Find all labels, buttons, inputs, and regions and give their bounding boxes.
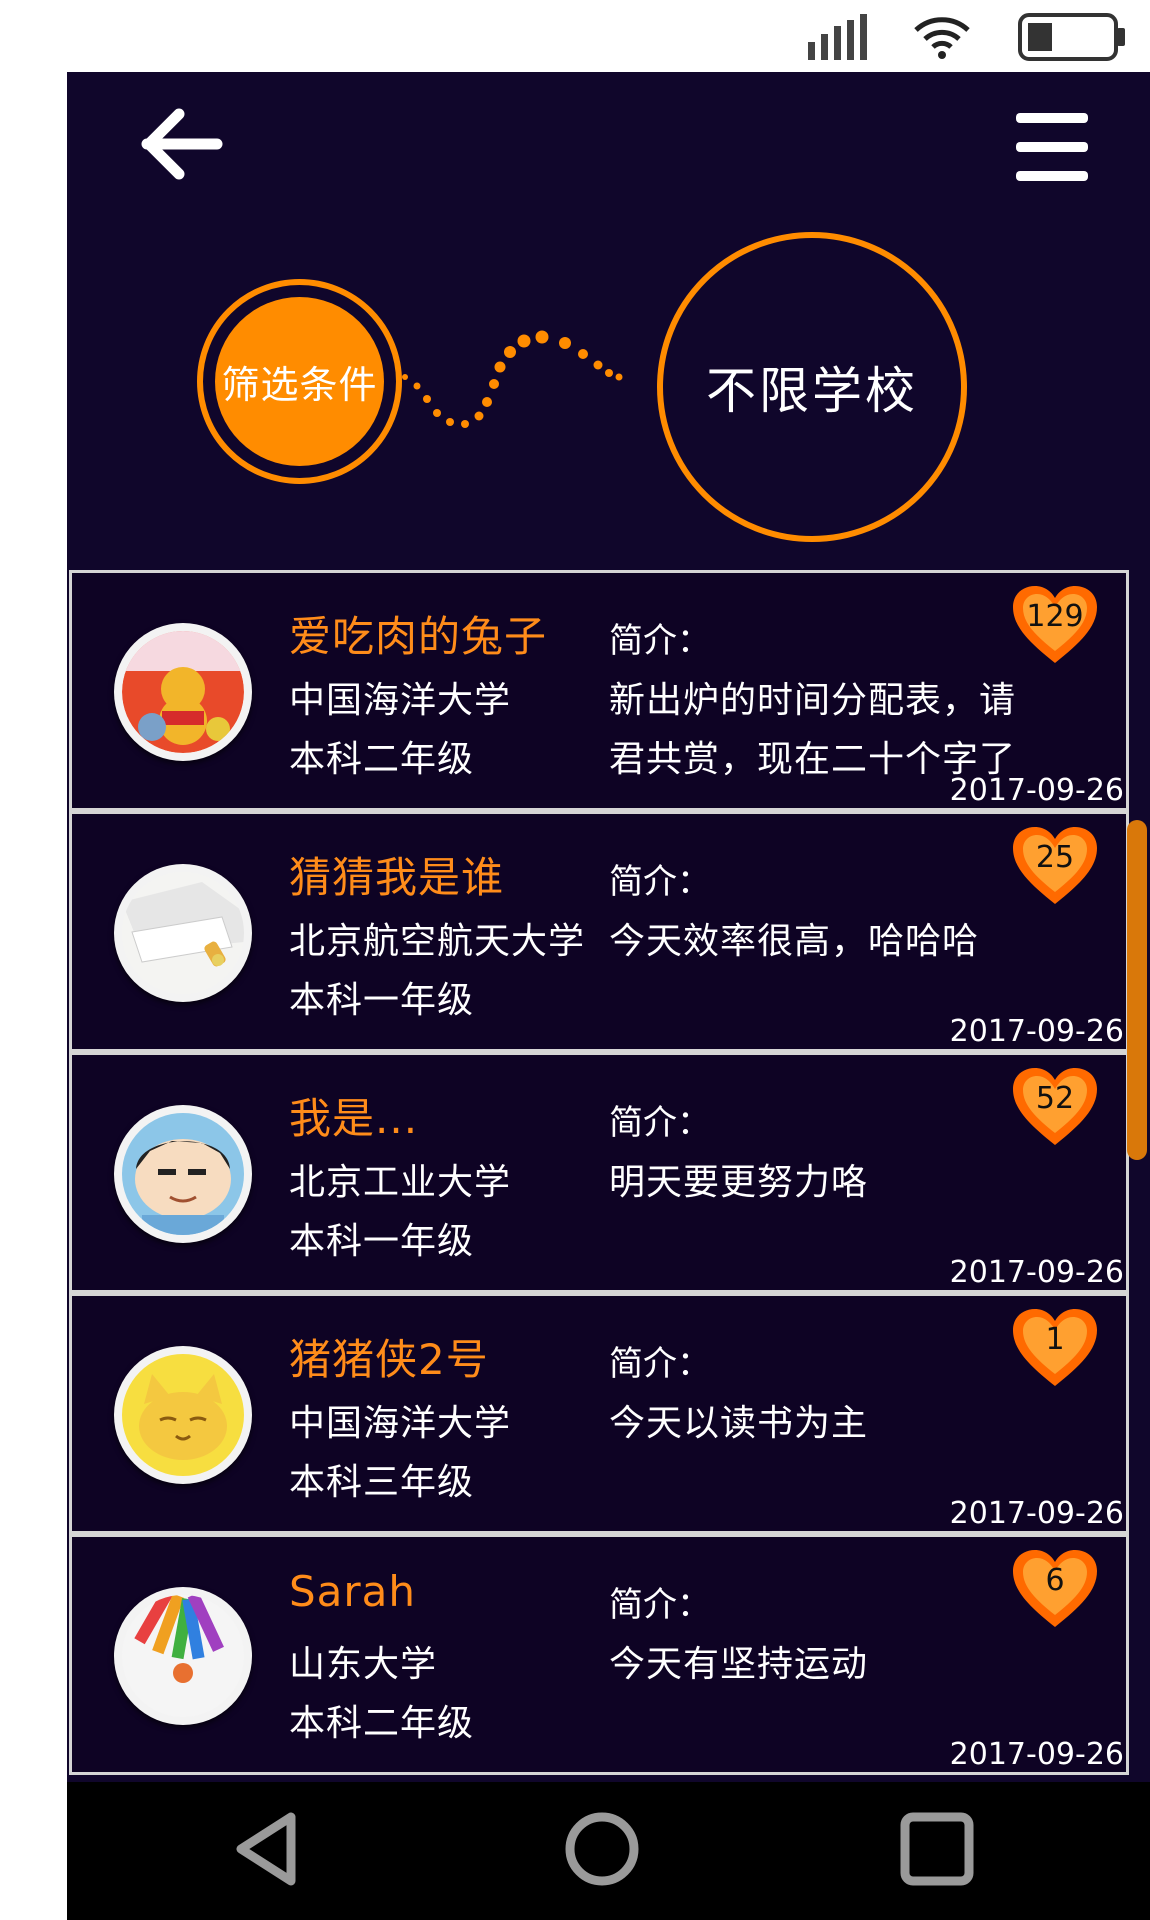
school-name: 北京航空航天大学	[289, 921, 586, 962]
like-badge[interactable]: 6	[1010, 1547, 1100, 1633]
intro-label: 简介：	[609, 862, 711, 902]
intro-label: 简介：	[609, 1585, 711, 1625]
grade: 本科二年级	[289, 739, 475, 780]
grade: 本科三年级	[289, 1462, 475, 1503]
menu-button[interactable]	[1012, 107, 1092, 187]
arrow-left-icon	[141, 108, 223, 180]
intro-label: 简介：	[609, 1344, 711, 1384]
nickname: 爱吃肉的兔子	[289, 612, 548, 661]
like-count: 25	[1035, 840, 1075, 875]
user-card[interactable]: 爱吃肉的兔子 中国海洋大学 本科二年级 简介： 新出炉的时间分配表，请君共赏，现…	[69, 570, 1129, 811]
like-count: 1	[1045, 1322, 1065, 1357]
user-card[interactable]: Sarah 山东大学 本科二年级 简介： 今天有坚持运动 6 2017-09-2…	[69, 1534, 1129, 1775]
user-card[interactable]: 猪猪侠2号 中国海洋大学 本科三年级 简介： 今天以读书为主 1 2017-09…	[69, 1293, 1129, 1534]
status-bar	[0, 0, 1150, 72]
grade: 本科一年级	[289, 980, 475, 1021]
signal-icon	[808, 14, 874, 60]
like-badge[interactable]: 129	[1010, 583, 1100, 669]
avatar[interactable]	[114, 864, 252, 1002]
like-badge[interactable]: 1	[1010, 1306, 1100, 1392]
like-badge[interactable]: 52	[1010, 1065, 1100, 1151]
school-name: 北京工业大学	[289, 1162, 512, 1203]
like-badge[interactable]: 25	[1010, 824, 1100, 910]
wifi-icon	[912, 14, 972, 60]
school-name: 山东大学	[289, 1644, 438, 1685]
intro-text: 新出炉的时间分配表，请君共赏，现在二十个字了	[609, 680, 1017, 780]
avatar[interactable]	[114, 1587, 252, 1725]
dotted-connector	[402, 330, 623, 428]
like-count: 6	[1045, 1563, 1065, 1598]
intro-label: 简介：	[609, 1103, 711, 1143]
grade: 本科一年级	[289, 1221, 475, 1262]
intro-text: 今天效率很高，哈哈哈	[609, 921, 980, 962]
scrollbar-thumb[interactable]	[1127, 820, 1147, 1160]
school-name: 中国海洋大学	[289, 1403, 512, 1444]
intro-text: 明天要更努力咯	[609, 1162, 869, 1203]
post-date: 2017-09-26	[949, 773, 1124, 808]
avatar[interactable]	[114, 1346, 252, 1484]
like-count: 129	[1026, 599, 1084, 634]
triangle-back-icon	[236, 1812, 296, 1886]
filter-button[interactable]: 筛选条件	[197, 279, 402, 484]
filter-label: 筛选条件	[215, 297, 384, 466]
post-date: 2017-09-26	[949, 1014, 1124, 1049]
app-screen: 筛选条件 不限学校 爱吃肉的兔子 中国海洋大学 本科二年级 简介： 新出炉的时间…	[67, 72, 1150, 1920]
intro-label: 简介：	[609, 621, 711, 661]
nickname: 猪猪侠2号	[289, 1335, 489, 1384]
avatar[interactable]	[114, 1105, 252, 1243]
square-recent-icon	[900, 1812, 974, 1886]
intro-text: 今天有坚持运动	[609, 1644, 869, 1685]
avatar[interactable]	[114, 623, 252, 761]
circle-home-icon	[565, 1812, 639, 1886]
post-date: 2017-09-26	[949, 1255, 1124, 1290]
nickname: 我是...	[289, 1094, 419, 1143]
post-date: 2017-09-26	[949, 1737, 1124, 1772]
like-count: 52	[1035, 1081, 1075, 1116]
system-nav-bar	[67, 1782, 1150, 1920]
school-name: 中国海洋大学	[289, 680, 512, 721]
nav-recent-apps-button[interactable]	[897, 1809, 977, 1889]
user-card[interactable]: 猜猜我是谁 北京航空航天大学 本科一年级 简介： 今天效率很高，哈哈哈 25 2…	[69, 811, 1129, 1052]
back-button[interactable]	[137, 104, 227, 184]
intro-text: 今天以读书为主	[609, 1403, 869, 1444]
post-date: 2017-09-26	[949, 1496, 1124, 1531]
user-list: 爱吃肉的兔子 中国海洋大学 本科二年级 简介： 新出炉的时间分配表，请君共赏，现…	[69, 570, 1129, 1775]
hamburger-menu-icon	[1016, 113, 1088, 181]
nav-back-button[interactable]	[229, 1809, 309, 1889]
nav-home-button[interactable]	[562, 1809, 642, 1889]
grade: 本科二年级	[289, 1703, 475, 1744]
nickname: Sarah	[289, 1567, 417, 1616]
school-filter-value: 不限学校	[706, 362, 918, 420]
nickname: 猜猜我是谁	[289, 853, 505, 902]
user-card[interactable]: 我是... 北京工业大学 本科一年级 简介： 明天要更努力咯 52 2017-0…	[69, 1052, 1129, 1293]
battery-icon	[1017, 12, 1127, 62]
school-filter-button[interactable]: 不限学校	[657, 232, 967, 542]
